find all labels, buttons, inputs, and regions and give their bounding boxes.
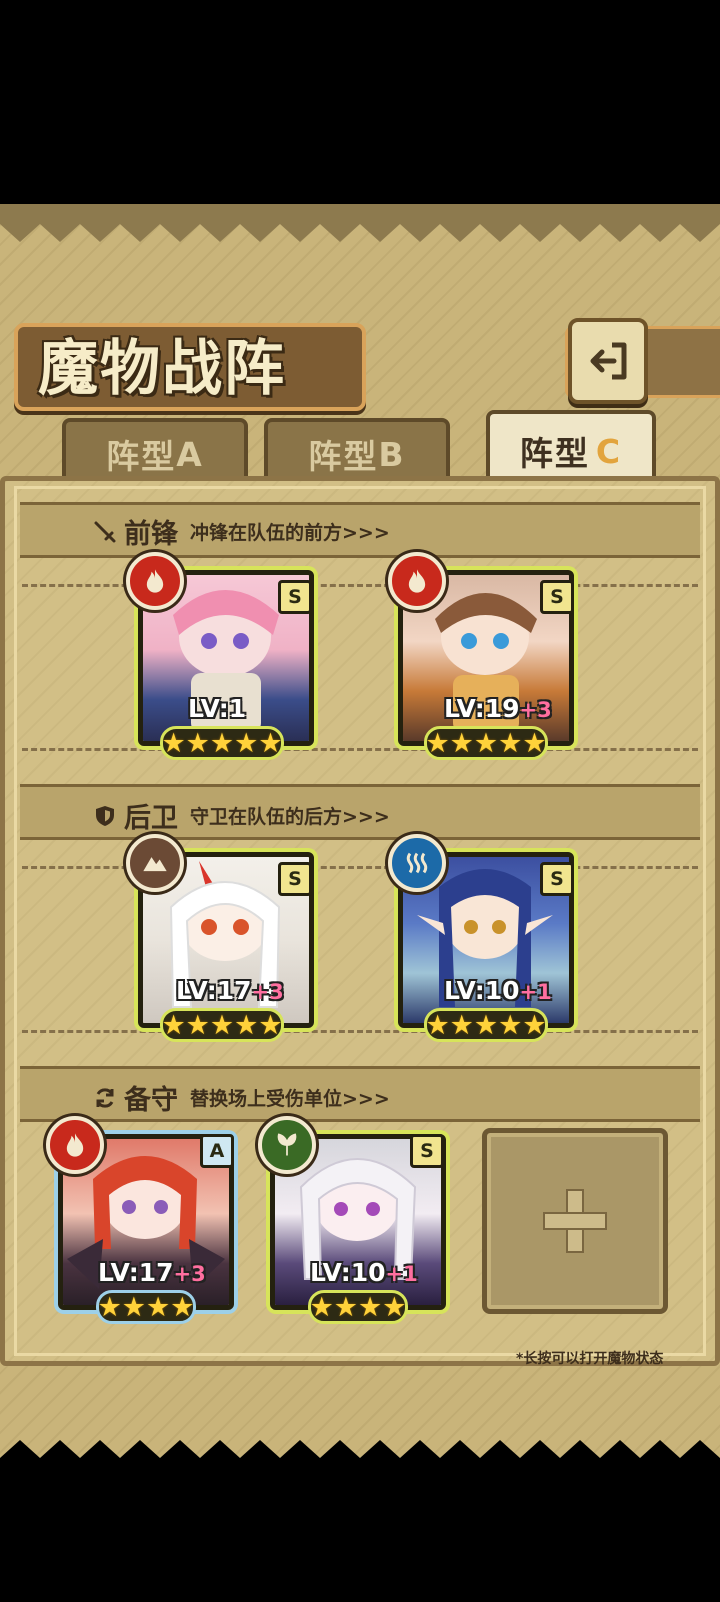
- level-text: LV:1: [188, 694, 247, 723]
- star-icon: ★: [382, 1291, 407, 1323]
- fire-element-icon: [388, 552, 446, 610]
- star-icon: ★: [209, 727, 235, 759]
- section-desc: 守卫在队伍的后方>>>: [190, 806, 390, 828]
- star-rating: ★ ★ ★ ★ ★: [424, 1008, 548, 1042]
- level-plus: +3: [519, 698, 552, 722]
- tab-letter: C: [595, 431, 623, 471]
- star-icon: ★: [498, 1009, 523, 1041]
- star-icon: ★: [161, 1009, 186, 1041]
- grade-badge: A: [200, 1134, 234, 1168]
- plus-icon: [543, 1189, 607, 1253]
- wind-element-icon: [258, 1116, 316, 1174]
- unit-level: LV:17+3: [176, 976, 284, 1005]
- star-icon: ★: [209, 1009, 235, 1041]
- tab-label: 阵型: [106, 437, 177, 476]
- grade-badge: S: [540, 580, 574, 614]
- star-icon: ★: [97, 1291, 122, 1323]
- fire-element-icon: [126, 552, 184, 610]
- section-desc: 冲锋在队伍的前方>>>: [190, 522, 390, 544]
- level-text: LV:17: [176, 976, 252, 1005]
- level-text: LV:10: [310, 1258, 386, 1287]
- star-rating: ★ ★ ★ ★ ★: [424, 726, 548, 760]
- star-rating: ★ ★ ★ ★ ★: [160, 726, 284, 760]
- level-plus: +1: [519, 980, 552, 1004]
- star-icon: ★: [234, 727, 259, 759]
- star-icon: ★: [170, 1291, 195, 1323]
- back-button[interactable]: [568, 318, 648, 404]
- divider: [22, 584, 698, 587]
- unit-level: LV:17+3: [98, 1258, 206, 1287]
- star-icon: ★: [161, 727, 186, 759]
- star-icon: ★: [522, 1009, 547, 1041]
- star-icon: ★: [258, 1009, 283, 1041]
- star-icon: ★: [258, 727, 283, 759]
- long-press-hint: *长按可以打开魔物状态: [516, 1351, 664, 1367]
- fire-element-icon: [46, 1116, 104, 1174]
- level-plus: +3: [251, 980, 284, 1004]
- back-arrow-icon: [590, 342, 627, 380]
- section-title: 前锋: [124, 519, 178, 550]
- tab-letter: A: [176, 434, 204, 474]
- section-header-rearguard: 后卫 守卫在队伍的后方>>>: [92, 796, 390, 835]
- section-title: 后卫: [124, 803, 178, 834]
- level-plus: +1: [385, 1262, 418, 1286]
- tab-letter: B: [378, 434, 406, 474]
- star-icon: ★: [473, 727, 499, 759]
- tab-label: 阵型: [308, 437, 379, 476]
- divider: [22, 1030, 698, 1033]
- unit-level: LV:10+1: [444, 976, 552, 1005]
- unit-level: LV:10+1: [310, 1258, 418, 1287]
- swap-icon: [92, 1085, 118, 1111]
- page-title: 魔物战阵: [38, 334, 286, 404]
- grade-badge: S: [278, 580, 312, 614]
- star-icon: ★: [473, 1009, 499, 1041]
- level-plus: +3: [173, 1262, 206, 1286]
- level-text: LV:17: [98, 1258, 174, 1287]
- divider: [22, 748, 698, 751]
- divider: [22, 866, 698, 869]
- star-icon: ★: [425, 727, 450, 759]
- star-icon: ★: [449, 1009, 474, 1041]
- level-text: LV:10: [444, 976, 520, 1005]
- star-icon: ★: [185, 1009, 210, 1041]
- empty-reserve-slot[interactable]: [482, 1128, 668, 1314]
- star-icon: ★: [425, 1009, 450, 1041]
- shield-icon: [92, 803, 118, 829]
- level-text: LV:19: [444, 694, 520, 723]
- star-icon: ★: [185, 727, 210, 759]
- unit-level: LV:19+3: [444, 694, 552, 723]
- star-icon: ★: [333, 1291, 358, 1323]
- star-icon: ★: [121, 1291, 146, 1323]
- star-icon: ★: [358, 1291, 383, 1323]
- torn-edge-bottom: [0, 1440, 720, 1482]
- section-desc: 替换场上受伤单位>>>: [190, 1088, 390, 1110]
- water-element-icon: [388, 834, 446, 892]
- section-header-reserve: 备守 替换场上受伤单位>>>: [92, 1078, 390, 1117]
- grade-badge: S: [278, 862, 312, 896]
- star-rating: ★ ★ ★ ★: [96, 1290, 196, 1324]
- grade-badge: S: [410, 1134, 444, 1168]
- grade-badge: S: [540, 862, 574, 896]
- sword-icon: [92, 519, 118, 545]
- unit-level: LV:1: [188, 694, 246, 723]
- star-rating: ★ ★ ★ ★: [308, 1290, 408, 1324]
- earth-element-icon: [126, 834, 184, 892]
- section-header-vanguard: 前锋 冲锋在队伍的前方>>>: [92, 512, 390, 551]
- star-icon: ★: [146, 1291, 171, 1323]
- star-icon: ★: [498, 727, 523, 759]
- section-title: 备守: [124, 1085, 178, 1116]
- star-icon: ★: [234, 1009, 259, 1041]
- star-icon: ★: [522, 727, 547, 759]
- star-icon: ★: [309, 1291, 334, 1323]
- star-rating: ★ ★ ★ ★ ★: [160, 1008, 284, 1042]
- torn-edge-top: [0, 204, 720, 242]
- tab-label: 阵型: [519, 434, 590, 473]
- star-icon: ★: [449, 727, 474, 759]
